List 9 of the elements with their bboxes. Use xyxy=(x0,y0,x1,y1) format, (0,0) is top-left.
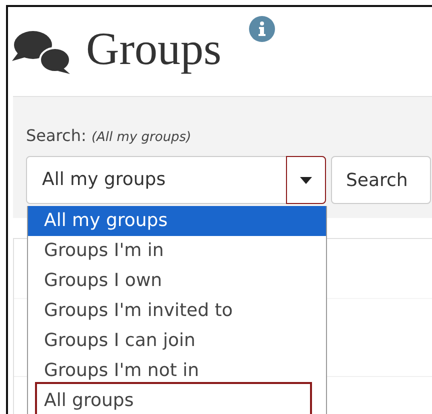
page-title: Groups xyxy=(86,22,222,76)
dropdown-toggle[interactable] xyxy=(286,156,326,204)
info-icon[interactable] xyxy=(249,16,276,42)
group-filter-select[interactable]: All my groups xyxy=(26,156,326,204)
caret-icon xyxy=(300,176,312,184)
search-label: Search: (All my groups) xyxy=(26,125,192,147)
dropdown-option[interactable]: All my groups xyxy=(28,206,326,236)
chat-bubbles-icon xyxy=(12,29,72,75)
search-button[interactable]: Search xyxy=(331,156,431,204)
